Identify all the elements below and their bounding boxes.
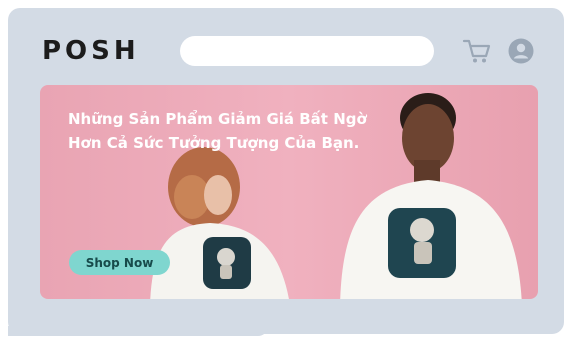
frame-tab [8, 326, 268, 336]
hero-banner: Những Sản Phẩm Giảm Giá Bất Ngờ Hơn Cả S… [40, 85, 538, 299]
man-model-illustration [340, 93, 522, 299]
posh-logo[interactable]: POSH [42, 36, 140, 66]
user-icon[interactable] [508, 38, 534, 64]
cart-icon[interactable] [462, 37, 492, 65]
shop-now-button[interactable]: Shop Now [69, 250, 170, 275]
search-input[interactable] [180, 36, 434, 66]
hero-headline: Những Sản Phẩm Giảm Giá Bất Ngờ Hơn Cả S… [68, 110, 367, 152]
